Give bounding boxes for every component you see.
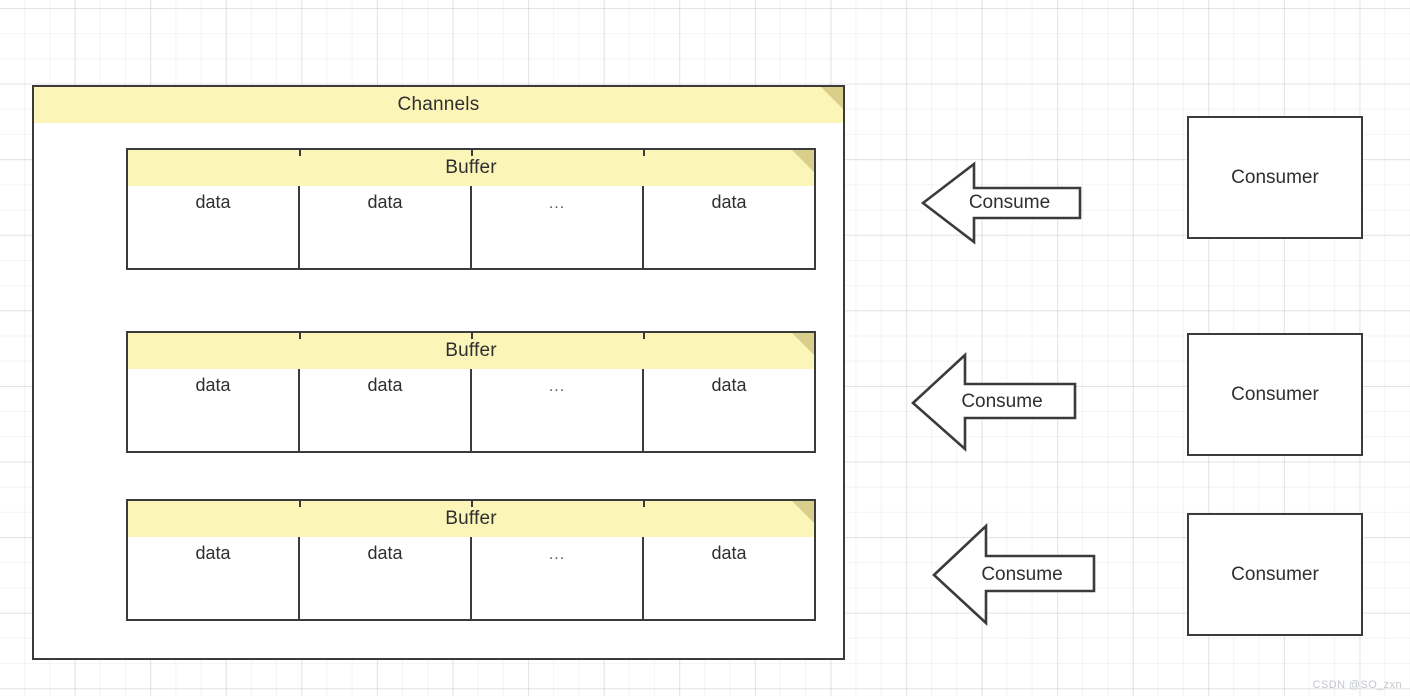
buffer-cell[interactable]: data <box>642 369 814 451</box>
buffer-cell[interactable]: data <box>298 537 470 619</box>
buffer-cell[interactable]: data <box>642 186 814 268</box>
buffer-header-3: Buffer <box>128 501 814 537</box>
channels-header: Channels <box>34 87 843 123</box>
buffer-cell[interactable]: data <box>298 369 470 451</box>
channels-container[interactable]: Channels Buffer data data ... data Buffe… <box>32 85 845 660</box>
consume-arrow-1[interactable]: Consume <box>920 161 1082 245</box>
folded-corner-icon <box>792 501 814 523</box>
buffer-cells-3: data data ... data <box>128 537 814 619</box>
buffer-cells-2: data data ... data <box>128 369 814 451</box>
buffer-block-1[interactable]: Buffer data data ... data <box>126 148 816 270</box>
divider-tick <box>642 501 645 507</box>
buffer-cell[interactable]: data <box>298 186 470 268</box>
consume-arrow-2[interactable]: Consume <box>911 352 1077 452</box>
buffer-title-1: Buffer <box>445 157 497 178</box>
consumer-box-3[interactable]: Consumer <box>1187 513 1363 636</box>
buffer-cell[interactable]: data <box>128 369 298 451</box>
divider-tick <box>470 333 473 339</box>
folded-corner-icon <box>792 150 814 172</box>
folded-corner-icon <box>792 333 814 355</box>
consumer-label-2: Consumer <box>1231 383 1319 405</box>
buffer-title-2: Buffer <box>445 340 497 361</box>
buffer-cell[interactable]: data <box>128 186 298 268</box>
arrow-left-icon <box>911 352 1077 452</box>
divider-tick <box>470 150 473 156</box>
buffer-cell[interactable]: data <box>128 537 298 619</box>
consumer-box-1[interactable]: Consumer <box>1187 116 1363 239</box>
buffer-header-1: Buffer <box>128 150 814 186</box>
divider-tick <box>298 501 301 507</box>
divider-tick <box>298 150 301 156</box>
consume-arrow-3[interactable]: Consume <box>932 522 1096 627</box>
consumer-label-1: Consumer <box>1231 166 1319 188</box>
buffer-header-2: Buffer <box>128 333 814 369</box>
buffer-title-3: Buffer <box>445 508 497 529</box>
arrow-left-icon <box>920 161 1082 245</box>
watermark: CSDN @SO_zxn <box>1312 679 1402 691</box>
folded-corner-icon <box>821 87 843 109</box>
divider-tick <box>298 333 301 339</box>
divider-tick <box>642 333 645 339</box>
divider-tick <box>642 150 645 156</box>
arrow-left-icon <box>932 522 1096 626</box>
buffer-block-2[interactable]: Buffer data data ... data <box>126 331 816 453</box>
channels-title: Channels <box>397 94 480 115</box>
consumer-label-3: Consumer <box>1231 563 1319 585</box>
buffer-block-3[interactable]: Buffer data data ... data <box>126 499 816 621</box>
buffer-cell[interactable]: data <box>642 537 814 619</box>
buffer-cell-ellipsis[interactable]: ... <box>470 537 642 619</box>
buffer-cell-ellipsis[interactable]: ... <box>470 369 642 451</box>
divider-tick <box>470 501 473 507</box>
consumer-box-2[interactable]: Consumer <box>1187 333 1363 456</box>
buffer-cell-ellipsis[interactable]: ... <box>470 186 642 268</box>
diagram-canvas: Channels Buffer data data ... data Buffe… <box>0 0 1410 696</box>
buffer-cells-1: data data ... data <box>128 186 814 268</box>
